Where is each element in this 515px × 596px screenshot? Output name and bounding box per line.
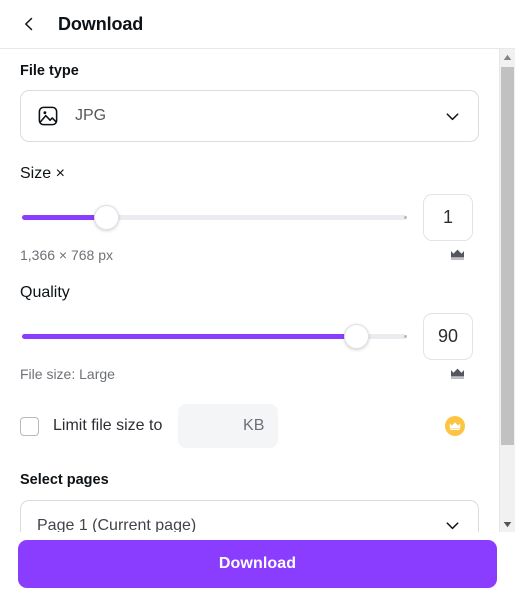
size-slider-thumb[interactable] xyxy=(93,205,119,231)
file-size-text: File size: Large xyxy=(20,365,115,382)
select-pages-value: Page 1 (Current page) xyxy=(37,516,197,532)
size-label: Size × xyxy=(20,165,65,183)
file-type-label: File type xyxy=(20,63,79,79)
vertical-scrollbar[interactable] xyxy=(499,49,515,532)
settings-scroll-area: File type JPG Size × 1 1,366 × 768 px Qu… xyxy=(0,49,499,532)
scroll-up-arrow-icon[interactable] xyxy=(500,49,515,65)
image-file-icon xyxy=(37,105,59,127)
select-pages-label: Select pages xyxy=(20,472,109,489)
page-title: Download xyxy=(58,14,144,34)
back-button[interactable] xyxy=(14,9,44,39)
chevron-down-icon xyxy=(443,107,462,126)
quality-value-input[interactable]: 90 xyxy=(423,312,473,360)
size-slider-row: 1 xyxy=(20,193,479,241)
panel-header: Download xyxy=(0,0,515,48)
crown-badge-icon[interactable] xyxy=(445,416,465,437)
select-pages-dropdown[interactable]: Page 1 (Current page) xyxy=(20,499,479,532)
quality-slider[interactable] xyxy=(20,321,408,351)
scroll-down-arrow-icon[interactable] xyxy=(500,516,515,532)
limit-file-size-checkbox[interactable] xyxy=(20,416,39,436)
limit-file-size-row: Limit file size to KB xyxy=(20,404,479,449)
panel-footer: Download xyxy=(0,532,515,596)
quality-slider-thumb[interactable] xyxy=(343,324,369,350)
size-dimensions-text: 1,366 × 768 px xyxy=(20,246,114,263)
quality-crown-icon[interactable] xyxy=(450,367,465,380)
size-value-input[interactable]: 1 xyxy=(423,193,473,241)
chevron-left-icon xyxy=(25,17,33,31)
limit-file-size-input[interactable]: KB xyxy=(178,404,279,449)
download-button[interactable]: Download xyxy=(18,540,497,588)
chevron-down-icon xyxy=(443,516,462,532)
file-type-select[interactable]: JPG xyxy=(20,90,479,143)
file-type-value: JPG xyxy=(75,107,107,125)
quality-slider-max-tick xyxy=(404,335,407,339)
limit-file-size-label: Limit file size to xyxy=(53,417,163,435)
quality-sub-row: File size: Large xyxy=(20,366,479,383)
quality-slider-fill xyxy=(22,334,357,340)
size-slider-max-tick xyxy=(404,216,407,220)
download-panel: Download File type JPG Size × 1 1,366 × … xyxy=(0,0,515,596)
header-divider xyxy=(0,48,515,49)
quality-slider-row: 90 xyxy=(20,312,479,360)
size-sub-row: 1,366 × 768 px xyxy=(20,247,479,264)
size-crown-icon[interactable] xyxy=(450,248,465,261)
size-slider[interactable] xyxy=(20,202,408,232)
scrollbar-thumb[interactable] xyxy=(501,67,514,445)
quality-label: Quality xyxy=(20,284,70,302)
